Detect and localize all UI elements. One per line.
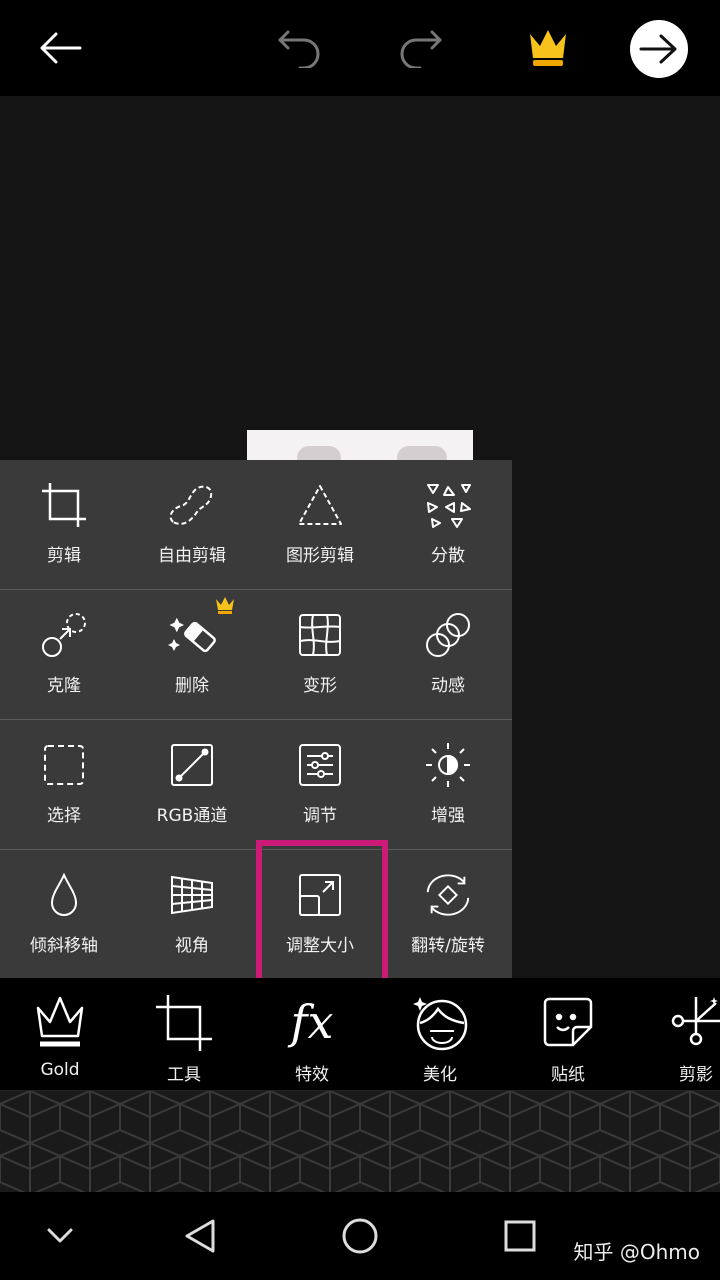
clone-icon (38, 610, 90, 660)
tool-label: 倾斜移轴 (30, 936, 98, 956)
tool-label: 自由剪辑 (158, 546, 226, 566)
nav-effects[interactable]: fx 特效 (248, 978, 376, 1090)
tool-clone[interactable]: 克隆 (0, 590, 128, 719)
flip-rotate-icon (422, 870, 474, 920)
nav-label: 剪影 (679, 1065, 713, 1085)
tool-remove[interactable]: 删除 (128, 590, 256, 719)
pattern-strip (0, 1090, 720, 1193)
tool-resize[interactable]: 调整大小 (256, 850, 384, 979)
gold-crown-icon (26, 992, 94, 1052)
crown-icon[interactable] (518, 18, 578, 78)
rgb-curve-icon (166, 740, 218, 790)
tool-motion[interactable]: 动感 (384, 590, 512, 719)
disperse-icon (422, 480, 474, 530)
motion-icon (422, 610, 474, 660)
select-icon (38, 740, 90, 790)
tool-rgb[interactable]: RGB通道 (128, 720, 256, 849)
tools-row: 选择 RGB通道 调节 增强 (0, 720, 512, 850)
eraser-icon (166, 610, 218, 660)
crop-icon (38, 480, 90, 530)
tool-label: 克隆 (47, 676, 81, 696)
tool-label: 选择 (47, 806, 81, 826)
fx-icon: fx (290, 995, 334, 1049)
tool-label: 调节 (303, 806, 337, 826)
tool-select[interactable]: 选择 (0, 720, 128, 849)
top-toolbar (0, 0, 720, 96)
freeform-crop-icon (166, 480, 218, 530)
bottom-nav: Gold 工具 fx 特效 美化 贴纸 剪影 (0, 978, 720, 1090)
shape-crop-icon (294, 480, 346, 530)
tool-adjust[interactable]: 调节 (256, 720, 384, 849)
tool-label: 增强 (431, 806, 465, 826)
tools-panel: 剪辑 自由剪辑 图形剪辑 分散 克隆 删除 变形 动感 选择 RGB通道 调节 … (0, 460, 512, 978)
cutout-icon (662, 992, 720, 1052)
tools-crop-icon (150, 992, 218, 1052)
tool-enhance[interactable]: 增强 (384, 720, 512, 849)
back-triangle-icon[interactable] (174, 1210, 226, 1262)
tool-label: 剪辑 (47, 546, 81, 566)
perspective-icon (166, 870, 218, 920)
nav-label: 贴纸 (551, 1065, 585, 1085)
beautify-face-icon (406, 992, 474, 1052)
tilt-shift-icon (38, 870, 90, 920)
tool-crop[interactable]: 剪辑 (0, 460, 128, 589)
tool-label: 翻转/旋转 (411, 936, 485, 956)
premium-crown-icon (214, 596, 236, 618)
nav-label: 特效 (295, 1065, 329, 1085)
tool-label: 动感 (431, 676, 465, 696)
tool-free-crop[interactable]: 自由剪辑 (128, 460, 256, 589)
tool-perspective[interactable]: 视角 (128, 850, 256, 979)
warp-icon (294, 610, 346, 660)
tools-row: 剪辑 自由剪辑 图形剪辑 分散 (0, 460, 512, 590)
nav-stickers[interactable]: 贴纸 (504, 978, 632, 1090)
tool-disperse[interactable]: 分散 (384, 460, 512, 589)
tool-tilt-shift[interactable]: 倾斜移轴 (0, 850, 128, 979)
nav-gold[interactable]: Gold (0, 978, 124, 1090)
tools-row: 克隆 删除 变形 动感 (0, 590, 512, 720)
tool-shape-crop[interactable]: 图形剪辑 (256, 460, 384, 589)
nav-label: Gold (40, 1060, 80, 1080)
nav-label: 美化 (423, 1065, 457, 1085)
tool-label: 变形 (303, 676, 337, 696)
resize-icon (294, 870, 346, 920)
nav-cutout[interactable]: 剪影 (632, 978, 720, 1090)
redo-icon[interactable] (390, 18, 450, 78)
tool-label: RGB通道 (156, 806, 228, 826)
nav-tools[interactable]: 工具 (120, 978, 248, 1090)
back-arrow-icon[interactable] (30, 18, 90, 78)
recents-square-icon[interactable] (494, 1210, 546, 1262)
tool-label: 调整大小 (286, 936, 354, 956)
tool-label: 视角 (175, 936, 209, 956)
hide-keyboard-icon[interactable] (34, 1210, 86, 1262)
undo-icon[interactable] (270, 18, 330, 78)
adjust-icon (294, 740, 346, 790)
tool-label: 删除 (175, 676, 209, 696)
nav-beautify[interactable]: 美化 (376, 978, 504, 1090)
nav-label: 工具 (167, 1065, 201, 1085)
tools-row: 倾斜移轴 视角 调整大小 翻转/旋转 (0, 850, 512, 979)
sticker-icon (534, 992, 602, 1052)
watermark-text: 知乎 @Ohmo (573, 1240, 701, 1264)
tool-label: 图形剪辑 (286, 546, 354, 566)
tool-label: 分散 (431, 546, 465, 566)
tool-flip-rotate[interactable]: 翻转/旋转 (384, 850, 512, 979)
next-arrow-icon[interactable] (630, 20, 688, 78)
enhance-icon (422, 740, 474, 790)
tool-warp[interactable]: 变形 (256, 590, 384, 719)
home-circle-icon[interactable] (334, 1210, 386, 1262)
